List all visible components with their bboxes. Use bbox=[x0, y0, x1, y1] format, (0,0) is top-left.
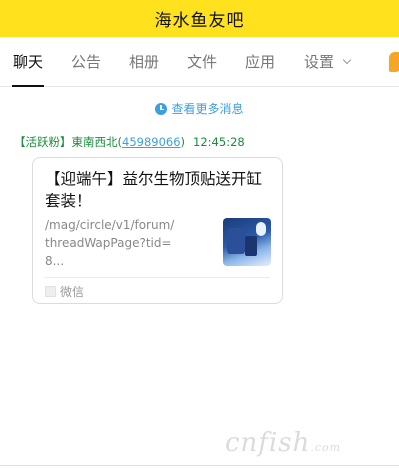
tab-notice[interactable]: 公告 bbox=[71, 37, 101, 87]
watermark-suffix: .com bbox=[310, 441, 342, 454]
share-card-divider bbox=[45, 277, 270, 278]
tab-settings[interactable]: 设置 bbox=[304, 37, 352, 87]
sender-badge: 【活跃粉】 bbox=[14, 135, 72, 149]
view-more-messages-link[interactable]: 查看更多消息 bbox=[0, 100, 399, 117]
tab-chat[interactable]: 聊天 bbox=[11, 37, 45, 87]
qq-close-paren: ) bbox=[180, 135, 186, 149]
chevron-down-icon bbox=[342, 55, 352, 65]
clock-icon bbox=[155, 102, 168, 115]
source-icon bbox=[45, 286, 56, 297]
tab-files[interactable]: 文件 bbox=[187, 37, 217, 87]
sender-qq-link[interactable]: 45989066 bbox=[122, 135, 181, 149]
share-card[interactable]: 【迎端午】益尔生物顶贴送开缸套装！ /mag/circle/v1/forum/t… bbox=[32, 157, 283, 304]
edge-icon[interactable] bbox=[389, 52, 399, 72]
tab-settings-label: 设置 bbox=[304, 53, 335, 71]
tab-album[interactable]: 相册 bbox=[129, 37, 159, 87]
title-bar: 海水鱼友吧 bbox=[0, 0, 399, 37]
view-more-messages-label: 查看更多消息 bbox=[171, 102, 244, 116]
share-card-title: 【迎端午】益尔生物顶贴送开缸套装！ bbox=[45, 170, 263, 210]
message-sender-line: 【活跃粉】東南西北(45989066) 12:45:28 bbox=[14, 134, 245, 150]
share-card-url: /mag/circle/v1/forum/threadWapPage?tid=8… bbox=[45, 218, 175, 268]
watermark-text: cnfish bbox=[225, 428, 311, 458]
message-time: 12:45:28 bbox=[193, 135, 245, 149]
bottom-divider bbox=[0, 465, 399, 466]
window-title: 海水鱼友吧 bbox=[154, 11, 245, 31]
share-card-source: 微信 bbox=[60, 285, 85, 299]
tab-apps[interactable]: 应用 bbox=[245, 37, 275, 87]
share-card-thumbnail bbox=[223, 218, 271, 266]
share-card-footer: 微信 bbox=[45, 283, 84, 300]
watermark-logo: cnfish.com bbox=[225, 428, 341, 458]
tab-bar: 聊天 公告 相册 文件 应用 设置 bbox=[0, 37, 399, 87]
sender-name[interactable]: 東南西北 bbox=[72, 135, 118, 149]
